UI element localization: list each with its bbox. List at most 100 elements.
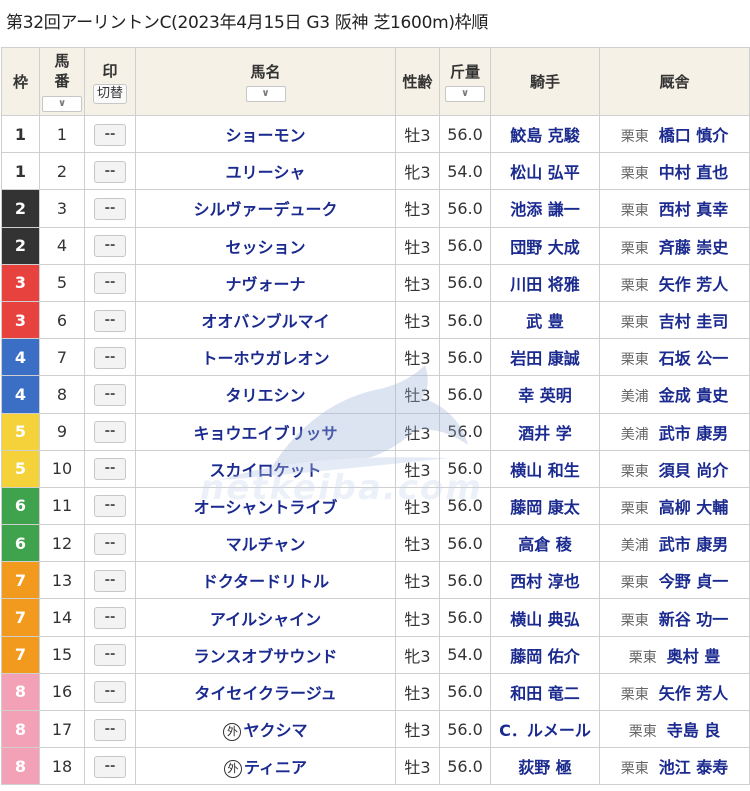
trainer-cell: 栗東 寺島 良 xyxy=(599,709,750,749)
horse-number: 3 xyxy=(39,189,85,228)
trainer-area: 栗東 xyxy=(620,315,649,332)
table-row: 2 4 -- セッション 牡3 56.0 団野 大成 栗東 斉藤 崇史 xyxy=(1,226,750,265)
waku-number: 7 xyxy=(1,598,40,637)
mark-select-button[interactable]: -- xyxy=(94,197,126,220)
jockey-link[interactable]: 荻野 極 xyxy=(518,758,572,777)
mark-select-button[interactable]: -- xyxy=(94,681,126,704)
mark-select-button[interactable]: -- xyxy=(94,421,126,444)
header-weight[interactable]: 斤量 ∨ xyxy=(439,47,491,116)
horse-name-link[interactable]: ユリーシャ xyxy=(226,163,306,182)
horse-name-link[interactable]: ドクタードリトル xyxy=(202,572,329,591)
mark-select-button[interactable]: -- xyxy=(94,383,126,406)
mark-cell: -- xyxy=(84,114,136,154)
mark-toggle-button[interactable]: 切替 xyxy=(92,83,127,104)
horse-name-link[interactable]: キョウエイブリッサ xyxy=(193,424,337,443)
mark-select-button[interactable]: -- xyxy=(94,644,126,667)
jockey-link[interactable]: 岩田 康誠 xyxy=(510,349,580,368)
horse-name-link[interactable]: ヤクシマ xyxy=(243,721,307,740)
waku-number: 5 xyxy=(1,449,40,488)
trainer-link[interactable]: 武市 康男 xyxy=(659,535,729,554)
horse-name-link[interactable]: シルヴァーデューク xyxy=(193,200,337,219)
horse-name-link[interactable]: セッション xyxy=(225,238,305,257)
jockey-link[interactable]: 池添 謙一 xyxy=(510,200,580,219)
mark-select-button[interactable]: -- xyxy=(94,123,126,146)
horse-name-link[interactable]: オーシャントライブ xyxy=(194,498,338,517)
jockey-link[interactable]: 鮫島 克駿 xyxy=(510,126,580,145)
mark-select-button[interactable]: -- xyxy=(94,309,126,332)
horse-name-link[interactable]: トーホウガレオン xyxy=(201,349,329,368)
trainer-link[interactable]: 吉村 圭司 xyxy=(659,312,729,331)
jockey-link[interactable]: 川田 将雅 xyxy=(510,275,580,294)
horse-name-link[interactable]: スカイロケット xyxy=(209,461,321,480)
jockey-link[interactable]: 団野 大成 xyxy=(510,238,580,257)
trainer-link[interactable]: 矢作 芳人 xyxy=(659,684,729,703)
jockey-link[interactable]: 酒井 学 xyxy=(518,424,572,443)
horse-name-link[interactable]: オオバンブルマイ xyxy=(201,312,329,331)
mark-select-button[interactable]: -- xyxy=(94,458,126,481)
sort-weight-dropdown[interactable]: ∨ xyxy=(445,86,485,102)
waku-number: 2 xyxy=(1,189,40,228)
jockey-cell: 武 豊 xyxy=(490,300,600,340)
jockey-link[interactable]: 西村 淳也 xyxy=(510,572,580,591)
horse-name-link[interactable]: ショーモン xyxy=(225,126,305,145)
horse-name-link[interactable]: マルチャン xyxy=(226,535,306,554)
sort-name-dropdown[interactable]: ∨ xyxy=(245,86,286,102)
horse-name-link[interactable]: ティニア xyxy=(244,758,307,777)
sort-num-dropdown[interactable]: ∨ xyxy=(42,96,82,112)
trainer-link[interactable]: 石坂 公一 xyxy=(659,349,729,368)
jockey-link[interactable]: C．ルメール xyxy=(499,721,591,740)
mark-select-button[interactable]: -- xyxy=(94,495,126,518)
jockey-link[interactable]: 横山 典弘 xyxy=(510,610,580,629)
mark-select-button[interactable]: -- xyxy=(94,569,126,592)
jockey-link[interactable]: 横山 和生 xyxy=(510,461,580,480)
jockey-link[interactable]: 松山 弘平 xyxy=(510,163,580,182)
jockey-cell: 川田 将雅 xyxy=(490,263,600,302)
trainer-link[interactable]: 西村 真幸 xyxy=(659,200,729,219)
table-row: 3 6 -- オオバンブルマイ 牡3 56.0 武 豊 栗東 吉村 圭司 xyxy=(1,300,750,340)
jockey-link[interactable]: 藤岡 康太 xyxy=(510,498,580,517)
trainer-link[interactable]: 池江 泰寿 xyxy=(659,758,729,777)
sex-age: 牡3 xyxy=(395,561,440,600)
trainer-link[interactable]: 今野 貞一 xyxy=(659,572,729,591)
mark-select-button[interactable]: -- xyxy=(94,718,126,741)
horse-name-cell: トーホウガレオン xyxy=(135,338,396,377)
waku-number: 3 xyxy=(1,263,40,302)
mark-select-button[interactable]: -- xyxy=(94,532,126,555)
sex-age: 牝3 xyxy=(395,152,440,191)
mark-select-button[interactable]: -- xyxy=(94,607,126,630)
carried-weight: 56.0 xyxy=(439,598,491,637)
horse-name-link[interactable]: アイルシャイン xyxy=(210,610,321,629)
mark-select-button[interactable]: -- xyxy=(94,755,126,778)
table-row: 7 14 -- アイルシャイン 牡3 56.0 横山 典弘 栗東 新谷 功一 xyxy=(1,598,750,637)
trainer-link[interactable]: 橋口 慎介 xyxy=(659,126,729,145)
header-num[interactable]: 馬 番 ∨ xyxy=(39,47,85,116)
jockey-link[interactable]: 藤岡 佑介 xyxy=(510,647,580,666)
trainer-link[interactable]: 高柳 大輔 xyxy=(659,498,729,517)
jockey-link[interactable]: 武 豊 xyxy=(526,312,564,331)
header-name[interactable]: 馬名 ∨ xyxy=(135,47,396,116)
horse-name-link[interactable]: ランスオブサウンド xyxy=(194,647,338,666)
jockey-link[interactable]: 高倉 稜 xyxy=(518,535,572,554)
mark-select-button[interactable]: -- xyxy=(94,346,126,369)
trainer-link[interactable]: 斉藤 崇史 xyxy=(659,238,729,257)
trainer-link[interactable]: 寺島 良 xyxy=(667,721,721,740)
horse-name-cell: キョウエイブリッサ xyxy=(135,412,396,451)
horse-name-cell: タイセイクラージュ xyxy=(135,672,396,712)
trainer-link[interactable]: 須貝 尚介 xyxy=(659,461,729,480)
trainer-link[interactable]: 武市 康男 xyxy=(659,424,729,443)
trainer-link[interactable]: 新谷 功一 xyxy=(659,610,729,629)
trainer-link[interactable]: 中村 直也 xyxy=(659,163,729,182)
horse-name-link[interactable]: ナヴォーナ xyxy=(225,275,305,294)
horse-name-link[interactable]: タイセイクラージュ xyxy=(194,684,336,703)
trainer-link[interactable]: 矢作 芳人 xyxy=(659,275,729,294)
jockey-cell: 鮫島 克駿 xyxy=(490,114,600,154)
trainer-link[interactable]: 奥村 豊 xyxy=(667,647,721,666)
jockey-link[interactable]: 幸 英明 xyxy=(518,386,572,405)
jockey-link[interactable]: 和田 竜二 xyxy=(510,684,580,703)
horse-name-link[interactable]: タリエシン xyxy=(225,386,305,405)
mark-select-button[interactable]: -- xyxy=(94,235,126,258)
mark-select-button[interactable]: -- xyxy=(94,160,126,183)
horse-name-cell: マルチャン xyxy=(135,524,396,563)
mark-select-button[interactable]: -- xyxy=(94,272,126,295)
trainer-link[interactable]: 金成 貴史 xyxy=(659,386,729,405)
